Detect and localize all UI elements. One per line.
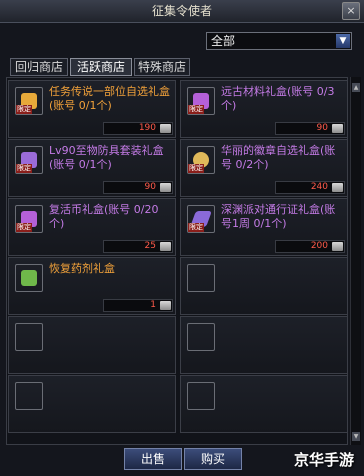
item-price: 90 <box>103 181 173 194</box>
limited-badge: 限定 <box>16 164 32 173</box>
item-name: 复活币礼盒(账号 0/20个) <box>49 203 159 230</box>
empty-item-card <box>180 316 348 374</box>
shop-item-card[interactable]: 限定 远古材料礼盒(账号 0/3个) 90 <box>180 80 348 138</box>
item-slot <box>15 382 43 410</box>
coin-icon <box>332 124 343 133</box>
buy-button[interactable]: 购买 <box>184 448 242 470</box>
shop-item-card[interactable]: 限定 复活币礼盒(账号 0/20个) 25 <box>8 198 176 256</box>
item-slot <box>187 323 215 351</box>
empty-item-card <box>8 316 176 374</box>
item-slot <box>187 264 215 292</box>
limited-badge: 限定 <box>16 105 32 114</box>
item-name: 任务传说一部位自选礼盒(账号 0/1个) <box>49 85 170 112</box>
scroll-up-icon[interactable]: ▲ <box>352 83 360 92</box>
item-name: 华丽的徽章自选礼盒(账号 0/2个) <box>221 144 336 171</box>
shop-item-card[interactable]: 限定 华丽的徽章自选礼盒(账号 0/2个) 240 <box>180 139 348 197</box>
scrollbar[interactable]: ▲ ▼ <box>350 77 361 445</box>
window-title: 征集令使者 <box>151 4 212 18</box>
limited-badge: 限定 <box>188 105 204 114</box>
coin-icon <box>160 124 171 133</box>
tab-special-shop[interactable]: 特殊商店 <box>134 58 190 76</box>
shop-window: 征集令使者 × 全部 ▼ 回归商店 活跃商店 特殊商店 ▲ ▼ 限定 任务传说一… <box>0 0 364 476</box>
watermark: 京华手游 <box>293 451 354 469</box>
item-slot: 限定 <box>187 205 215 233</box>
item-price: 190 <box>103 122 173 135</box>
chevron-down-icon[interactable]: ▼ <box>336 34 350 48</box>
window-titlebar: 征集令使者 × <box>0 0 364 23</box>
shop-item-card[interactable]: 限定 深渊派对通行证礼盒(账号1周 0/1个) 200 <box>180 198 348 256</box>
limited-badge: 限定 <box>16 223 32 232</box>
item-price: 25 <box>103 240 173 253</box>
filter-dropdown[interactable]: 全部 ▼ <box>206 32 352 50</box>
item-slot: 限定 <box>15 146 43 174</box>
close-button[interactable]: × <box>342 2 360 20</box>
tab-active-shop[interactable]: 活跃商店 <box>70 58 132 76</box>
item-name: 远古材料礼盒(账号 0/3个) <box>221 85 335 112</box>
limited-badge: 限定 <box>188 164 204 173</box>
item-slot: 限定 <box>187 146 215 174</box>
item-price: 240 <box>275 181 345 194</box>
item-slot <box>187 382 215 410</box>
item-slot: 限定 <box>187 87 215 115</box>
scroll-down-icon[interactable]: ▼ <box>352 432 360 441</box>
coin-icon <box>332 242 343 251</box>
coin-icon <box>160 301 171 310</box>
shop-item-card[interactable]: 恢复药剂礼盒 1 <box>8 257 176 315</box>
item-price: 200 <box>275 240 345 253</box>
limited-badge: 限定 <box>188 223 204 232</box>
item-price: 1 <box>103 299 173 312</box>
tab-return-shop[interactable]: 回归商店 <box>10 58 68 76</box>
empty-item-card <box>8 375 176 433</box>
potion-box-icon <box>21 270 37 286</box>
item-slot: 限定 <box>15 205 43 233</box>
empty-item-card <box>180 257 348 315</box>
coin-icon <box>332 183 343 192</box>
shop-item-card[interactable]: 限定 任务传说一部位自选礼盒(账号 0/1个) 190 <box>8 80 176 138</box>
item-name: Lv90至物防具套装礼盒(账号 0/1个) <box>49 144 164 171</box>
shop-item-card[interactable]: 限定 Lv90至物防具套装礼盒(账号 0/1个) 90 <box>8 139 176 197</box>
filter-selected: 全部 <box>211 34 236 48</box>
item-slot: 限定 <box>15 87 43 115</box>
sell-button[interactable]: 出售 <box>124 448 182 470</box>
item-price: 90 <box>275 122 345 135</box>
empty-item-card <box>180 375 348 433</box>
coin-icon <box>160 183 171 192</box>
item-slot <box>15 264 43 292</box>
item-name: 深渊派对通行证礼盒(账号1周 0/1个) <box>221 203 336 230</box>
coin-icon <box>160 242 171 251</box>
item-slot <box>15 323 43 351</box>
item-name: 恢复药剂礼盒 <box>49 262 115 275</box>
